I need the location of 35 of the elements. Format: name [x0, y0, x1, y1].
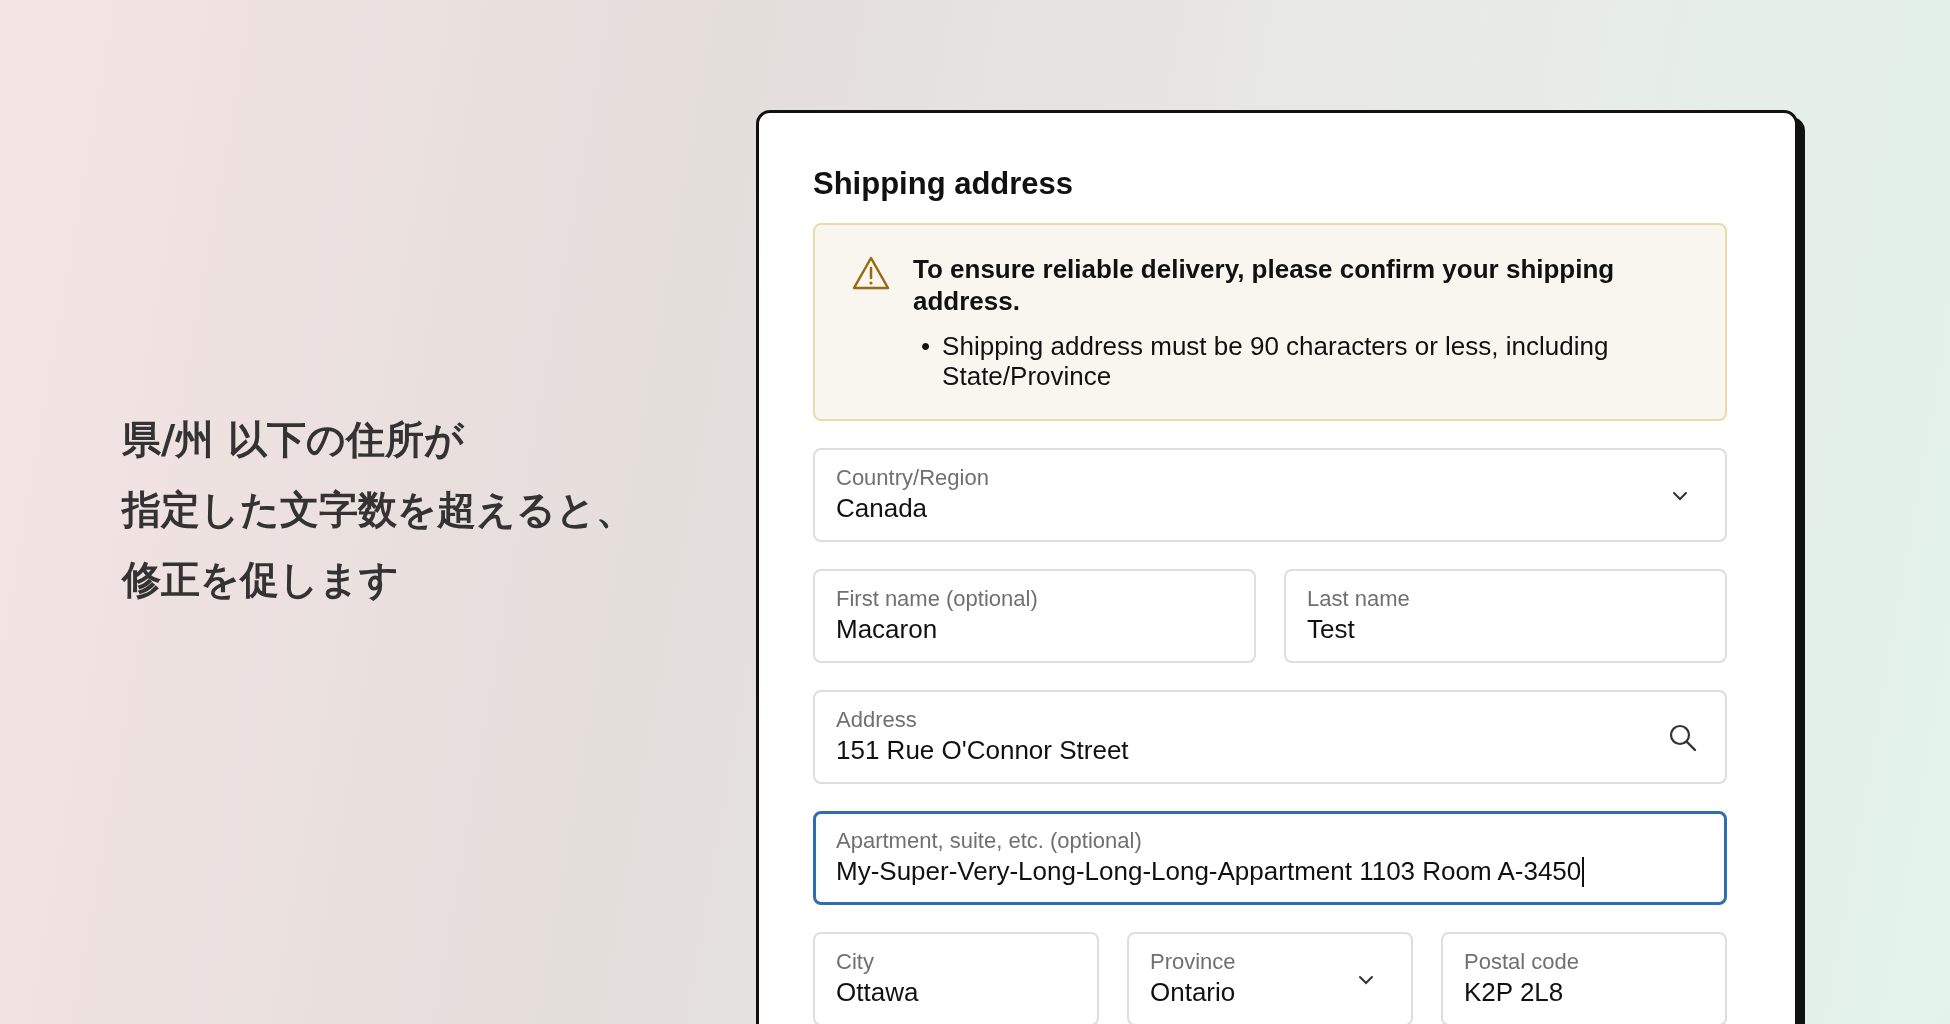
headline-text: 指定した文字数を超えると、 [122, 486, 636, 534]
dropdown-field[interactable]: Province Ontario [1127, 932, 1413, 1024]
dropdown-field[interactable]: Country/Region Canada [813, 448, 1727, 542]
field-label: Address [836, 707, 918, 733]
input-field[interactable]: Apartment, suite, etc. (optional) My-Super-Very-Long-Long-Long-Appartment 1103 Room A-3450 [813, 811, 1727, 905]
input-field[interactable]: City Ottawa [813, 932, 1099, 1024]
field-value: Test [1307, 614, 1356, 645]
field-value: My-Super-Very-Long-Long-Long-Appartment 1103 Room A-3450 [836, 856, 1704, 887]
input-field[interactable]: Postal code K2P 2L8 [1441, 932, 1727, 1024]
field-label: First name (optional) [836, 586, 1039, 612]
field-value: Ottawa [836, 977, 920, 1008]
field-label: Last name [1307, 586, 1411, 612]
field-label: Apartment, suite, etc. (optional) [836, 828, 1143, 854]
headline-text: 修正を促します [122, 556, 400, 604]
warning-title: To ensure reliable delivery, please confirm your shipping address. [913, 253, 1616, 317]
field-value: Ontario [1150, 977, 1237, 1008]
chevron-down-icon [1358, 974, 1374, 985]
warning-message: Shipping address must be 90 characters or less, including State/Province [942, 331, 1610, 391]
warning-icon [851, 255, 891, 291]
field-label: Province [1150, 949, 1237, 975]
field-value: Canada [836, 493, 929, 524]
field-label: Postal code [1464, 949, 1580, 975]
field-label: City [836, 949, 875, 975]
field-value: Macaron [836, 614, 939, 645]
input-field[interactable]: First name (optional) Macaron [813, 569, 1256, 663]
chevron-down-icon [1672, 490, 1688, 501]
field-label: Country/Region [836, 465, 990, 491]
form-title: Shipping address [813, 166, 1075, 202]
input-field[interactable]: Last name Test [1284, 569, 1727, 663]
field-value: 151 Rue O'Connor Street [836, 735, 1130, 766]
bullet-mark: • [921, 331, 931, 361]
search-icon [1668, 722, 1698, 753]
field-value: K2P 2L8 [1464, 977, 1565, 1008]
headline-text: 県/州 以下の住所が [122, 416, 466, 464]
address-search-field[interactable]: Address 151 Rue O'Connor Street [813, 690, 1727, 784]
